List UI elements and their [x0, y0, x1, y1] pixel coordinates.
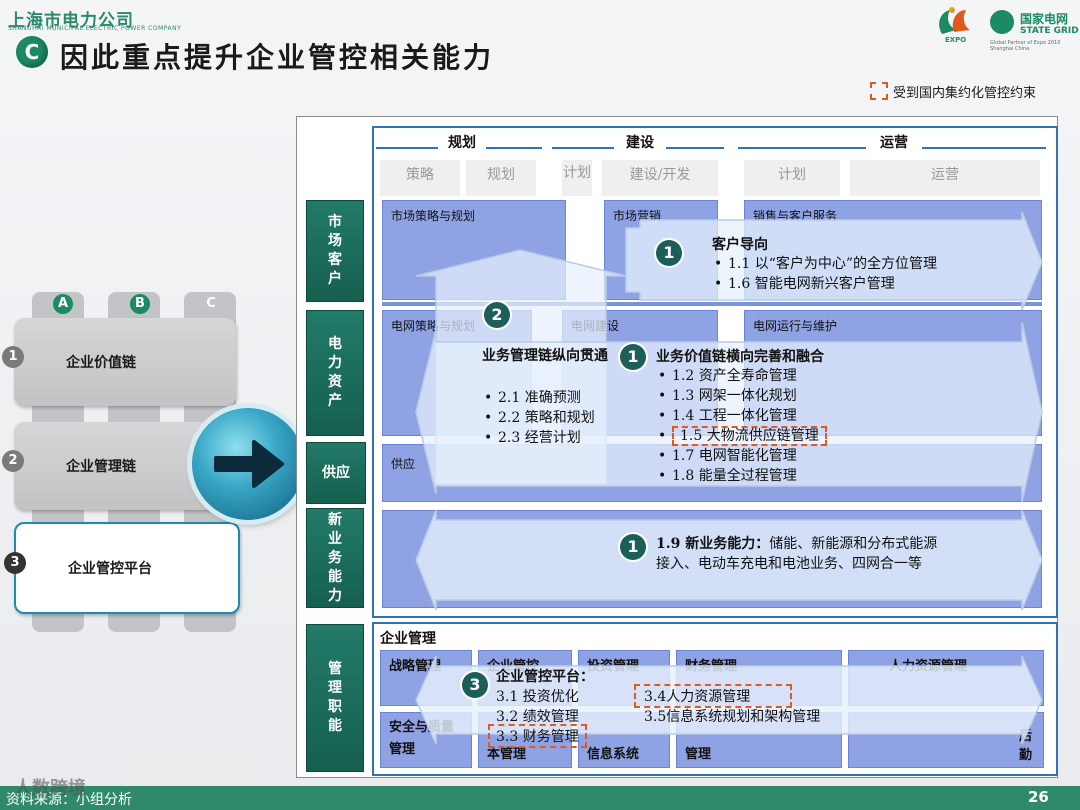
footer-bar: [0, 786, 1080, 810]
platform-item-finance-highlight: 3.3 财务管理: [488, 724, 587, 748]
legend-text: 受到国内集约化管控约束: [893, 86, 1037, 101]
card-number-badge: 3: [4, 552, 26, 574]
list-item: 1.1 以“客户为中心”的全方位管理: [712, 254, 937, 274]
list-item: 2.2 策略和规划: [482, 408, 602, 428]
company-logo-en: SHANGHAI MUNICIPAL ELECTRIC POWER COMPAN…: [8, 25, 182, 32]
card-enterprise-value-chain[interactable]: 1 企业价值链: [2, 318, 236, 406]
card-label: 企业价值链: [66, 355, 136, 371]
legend-dashed-box-icon: [870, 82, 888, 100]
callout-vertical-list: 2.1 准确预测 2.2 策略和规划 2.3 经营计划: [482, 388, 602, 448]
card-label: 企业管控平台: [68, 561, 152, 577]
list-item: 2.3 经营计划: [482, 428, 602, 448]
page-title: 因此重点提升企业管控相关能力: [60, 41, 495, 74]
callout-customer-title: 客户导向: [712, 237, 768, 253]
list-item: 1.2 资产全寿命管理: [656, 366, 827, 386]
watermark: 人数跨境: [14, 778, 86, 799]
callout-platform-title: 企业管控平台：: [496, 669, 594, 685]
callout-vertical-title: 业务管理链纵向贯通: [482, 348, 608, 364]
list-item: 1.7 电网智能化管理: [656, 446, 827, 466]
callout-new-business: 1.9 新业务能力：储能、新能源和分布式能源接入、电动车充电和电池业务、四网合一…: [656, 534, 946, 574]
platform-item-performance: 3.2 绩效管理: [496, 709, 579, 725]
constraint-highlight: 1.5 大物流供应链管理: [672, 426, 827, 446]
callout-number-badge: 3: [462, 672, 488, 698]
state-grid-en: STATE GRID: [1020, 26, 1079, 36]
right-arrow-icon: [192, 408, 304, 520]
callout-customer-list: 1.1 以“客户为中心”的全方位管理 1.6 智能电网新兴客户管理: [712, 254, 937, 294]
callout-value-chain-title: 业务价值链横向完善和融合: [656, 349, 824, 365]
title-badge: C: [16, 36, 48, 68]
list-item: 1.3 网架一体化规划: [656, 386, 827, 406]
state-grid-cn: 国家电网: [1020, 12, 1069, 26]
expo-logo-text: EXPO: [945, 36, 967, 44]
callout-number-badge: 1: [656, 240, 682, 266]
list-item-highlight: 1.5 大物流供应链管理: [656, 426, 827, 446]
platform-item-info-architecture: 3.5信息系统规划和架构管理: [644, 709, 821, 725]
list-item: 2.1 准确预测: [482, 388, 602, 408]
callout-number-badge: 1: [620, 344, 646, 370]
card-enterprise-control-platform[interactable]: 3 企业管控平台: [4, 522, 240, 614]
state-grid-logo-icon: [990, 10, 1014, 34]
tab-c-badge: C: [206, 296, 216, 311]
platform-item-hr-highlight: 3.4人力资源管理: [634, 684, 792, 708]
callout-new-business-title: 1.9 新业务能力：: [656, 536, 770, 552]
list-item: 1.6 智能电网新兴客户管理: [712, 274, 937, 294]
platform-item-investment: 3.1 投资优化: [496, 689, 579, 705]
card-label: 企业管理链: [66, 459, 136, 475]
card-number-badge: 1: [2, 346, 24, 368]
tab-b-badge: B: [130, 294, 150, 314]
list-item: 1.8 能量全过程管理: [656, 466, 827, 486]
list-item: 1.4 工程一体化管理: [656, 406, 827, 426]
callout-number-badge: 2: [484, 302, 510, 328]
tab-a-badge: A: [53, 294, 73, 314]
state-grid-partner-note: Global Partner of Expo 2010 Shanghai Chi…: [990, 40, 1061, 52]
callout-number-badge: 1: [620, 534, 646, 560]
card-number-badge: 2: [2, 450, 24, 472]
callout-value-chain-list: 1.2 资产全寿命管理 1.3 网架一体化规划 1.4 工程一体化管理 1.5 …: [656, 366, 827, 486]
page-number: 26: [1028, 788, 1049, 806]
expo-logo-icon: [939, 7, 970, 34]
